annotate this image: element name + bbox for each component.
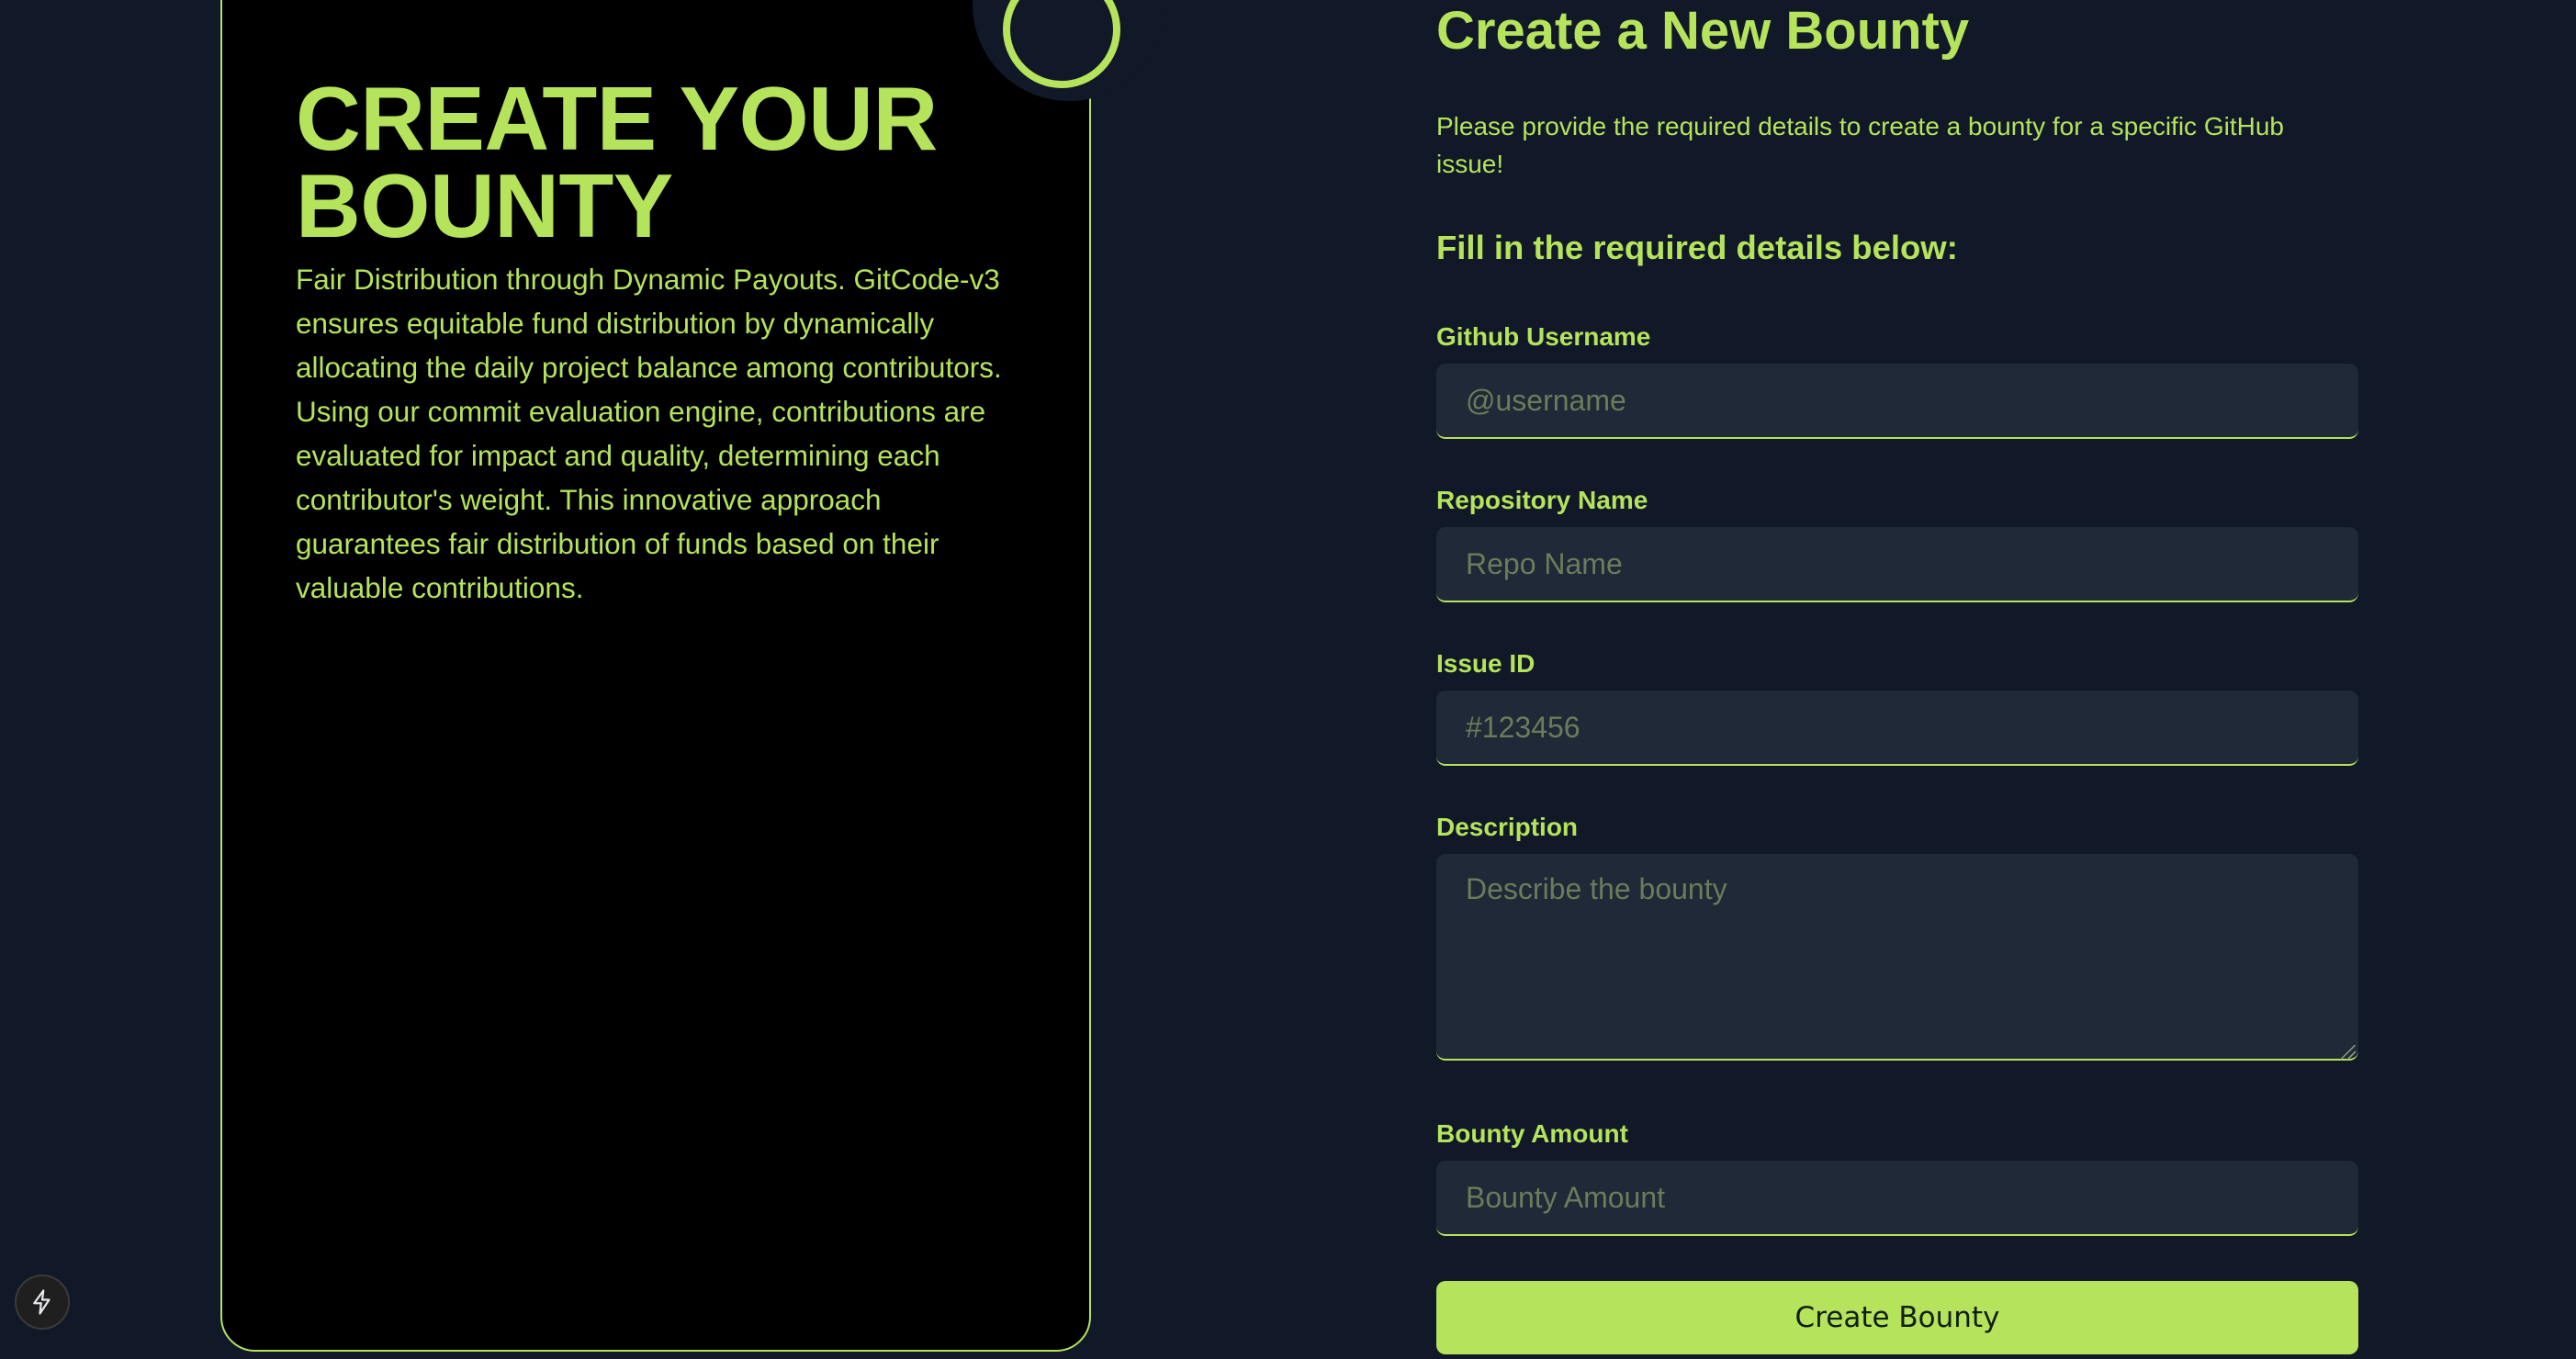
form-title: Create a New Bounty <box>1436 1 1970 61</box>
form-description: Please provide the required details to c… <box>1436 112 2284 178</box>
issue-id-label: Issue ID <box>1436 649 1535 678</box>
description-label: Description <box>1436 813 1579 841</box>
card-title: CREATE YOUR BOUNTY <box>296 68 938 256</box>
textarea-resize-handle[interactable] <box>2341 1045 2356 1060</box>
description-textarea[interactable] <box>1436 854 2358 1061</box>
info-card: CREATE YOUR BOUNTY Fair Distribution thr… <box>220 0 1091 1352</box>
bounty-amount-label: Bounty Amount <box>1436 1119 1628 1148</box>
github-username-label: Github Username <box>1436 322 1651 351</box>
repository-name-label: Repository Name <box>1436 486 1648 514</box>
create-bounty-button[interactable]: Create Bounty <box>1436 1281 2358 1354</box>
repository-name-input[interactable] <box>1436 527 2358 602</box>
page: CREATE YOUR BOUNTY Fair Distribution thr… <box>0 0 2576 1359</box>
bounty-amount-input[interactable] <box>1436 1161 2358 1236</box>
github-username-input[interactable] <box>1436 364 2358 439</box>
lightning-bolt-icon <box>33 1289 51 1315</box>
dev-tools-badge[interactable] <box>15 1275 70 1330</box>
form-subtitle: Fill in the required details below: <box>1436 229 1958 266</box>
issue-id-input[interactable] <box>1436 691 2358 766</box>
card-description: Fair Distribution through Dynamic Payout… <box>296 263 1002 604</box>
